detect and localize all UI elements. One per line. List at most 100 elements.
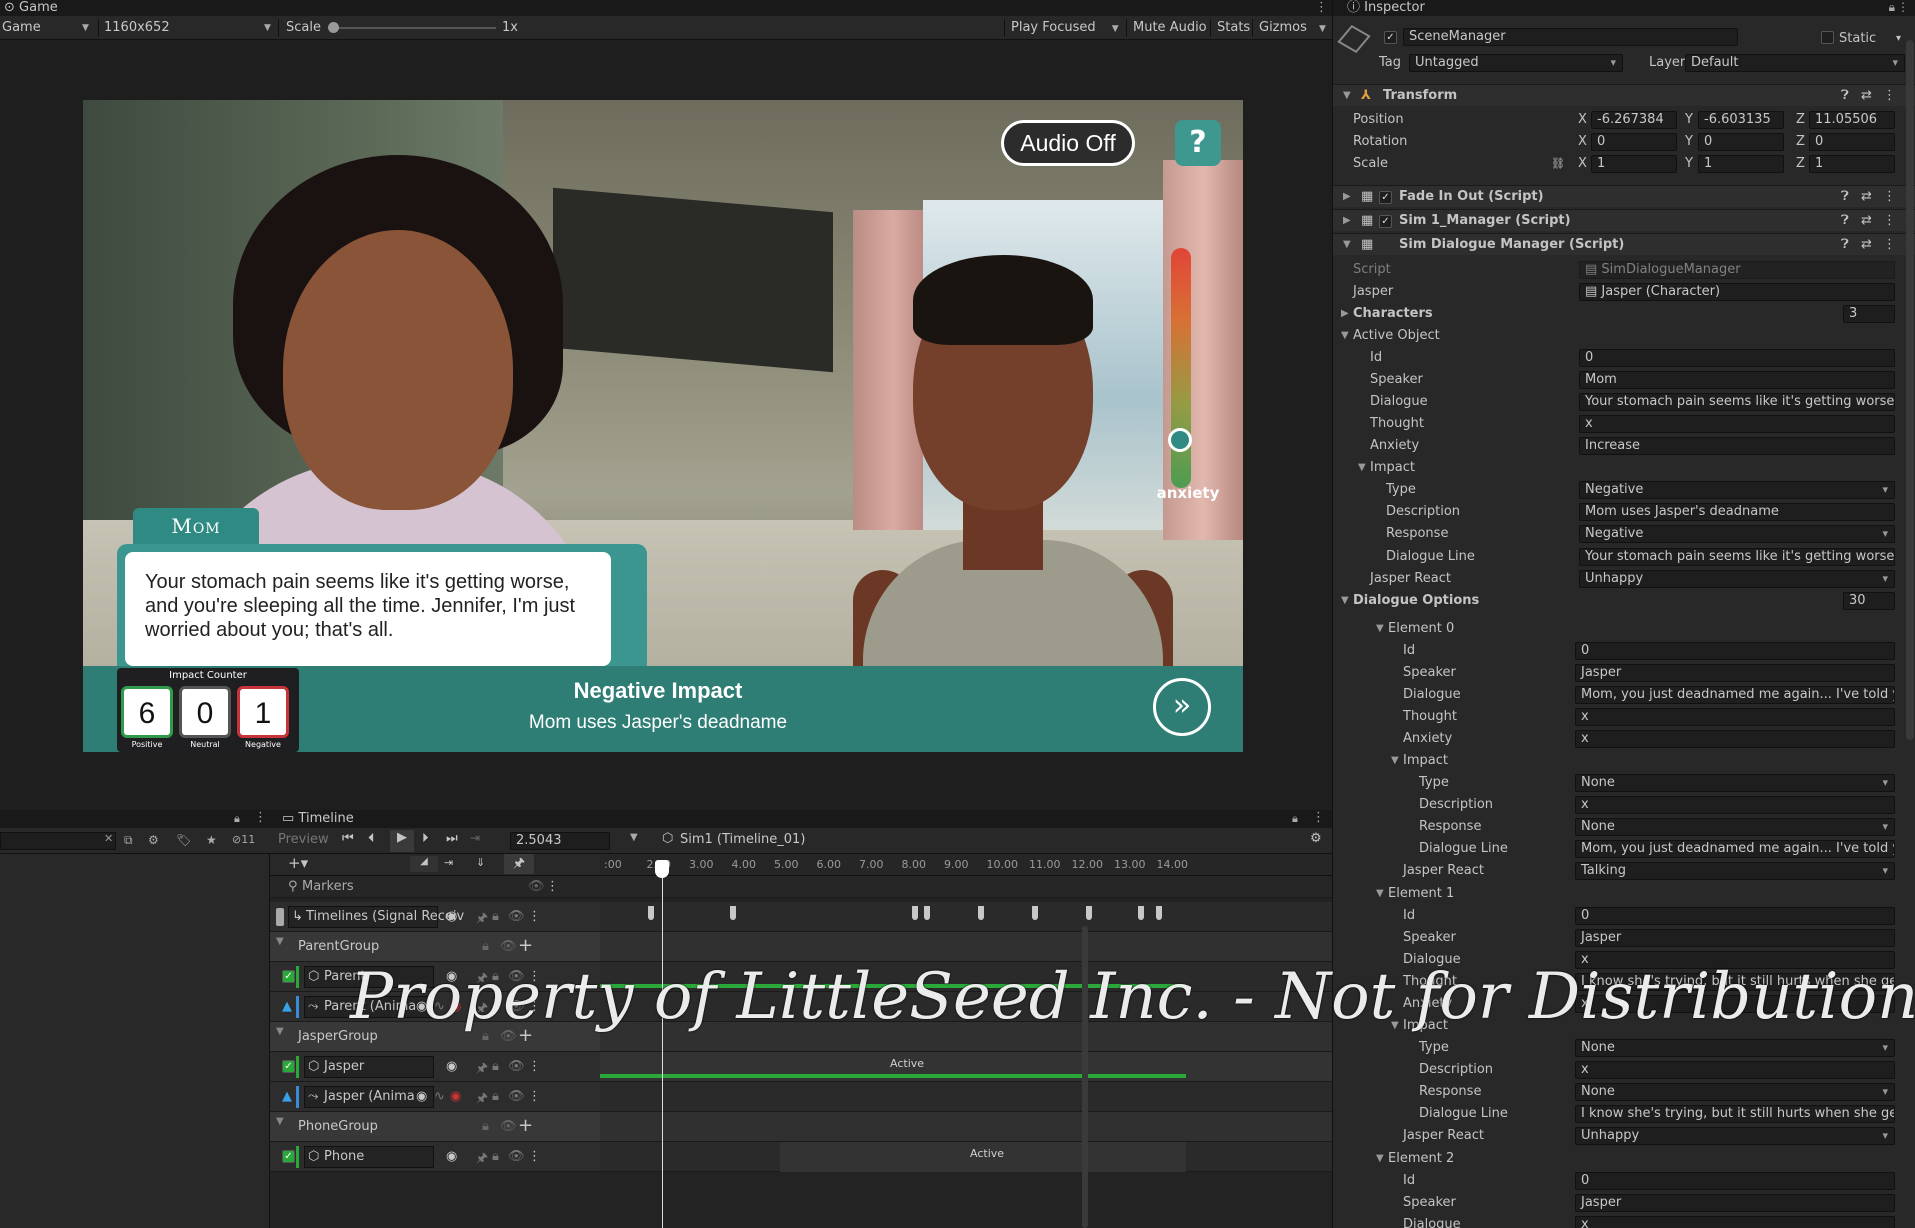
timeline-tab[interactable]: ▭ Timeline	[270, 810, 1332, 828]
position-z-field[interactable]: 11.05506	[1809, 111, 1895, 129]
pin-icon[interactable]: 🖈︎	[476, 1149, 488, 1171]
ripple-mode-icon[interactable]: ⇥	[444, 856, 453, 869]
element-jasper-react-dropdown[interactable]: Talking	[1575, 862, 1895, 880]
more-menu-icon[interactable]: ⋮	[1883, 85, 1896, 107]
add-track-icon[interactable]: +	[518, 935, 533, 956]
add-track-button[interactable]: +▾	[288, 854, 308, 872]
lock-icon[interactable]: 🔒︎	[1292, 812, 1298, 826]
element-impact-response-dropdown[interactable]: None	[1575, 818, 1895, 836]
more-menu-icon[interactable]: ⋮	[1315, 0, 1328, 15]
help-icon[interactable]: ❓︎	[1841, 85, 1849, 107]
scale-slider-handle[interactable]	[328, 22, 339, 33]
element-dialogue-field[interactable]: Mom, you just deadnamed me again... I've…	[1575, 686, 1895, 704]
scale-y-field[interactable]: 1	[1698, 155, 1784, 173]
impact-dialogue-line-field[interactable]: Your stomach pain seems like it's gettin…	[1579, 548, 1895, 566]
visibility-icon[interactable]: 👁︎	[508, 1089, 525, 1104]
jasper-react-dropdown[interactable]: Unhappy	[1579, 570, 1895, 588]
visibility-icon[interactable]: 👁︎	[528, 879, 545, 894]
help-icon[interactable]: ❓︎	[1841, 210, 1849, 232]
signal-marker[interactable]	[978, 906, 984, 920]
element-speaker-field[interactable]: Jasper	[1575, 1194, 1895, 1212]
activation-checkbox[interactable]: ✓	[282, 1060, 295, 1073]
more-menu-icon[interactable]: ⋮	[1883, 234, 1896, 256]
stats-button[interactable]: Stats	[1217, 16, 1250, 40]
signal-marker[interactable]	[1138, 906, 1144, 920]
element-impact-description-field[interactable]: x	[1575, 1061, 1895, 1079]
object-name-field[interactable]: SceneManager	[1403, 28, 1738, 46]
lock-icon[interactable]: 🔒︎	[482, 1119, 489, 1134]
star-icon[interactable]: ★	[206, 833, 217, 847]
preset-icon[interactable]: ⇄	[1861, 85, 1872, 107]
signal-track-header[interactable]: ↳ Timelines (Signal Receiv ◉ 🖈︎ 🔒︎ 👁︎ ⋮	[270, 902, 600, 932]
hidden-count[interactable]: ⊘11	[232, 833, 255, 846]
mute-audio-button[interactable]: Mute Audio	[1133, 16, 1207, 40]
lock-icon[interactable]: 🔒︎	[234, 812, 240, 826]
element-id-field[interactable]: 0	[1575, 642, 1895, 660]
display-dropdown[interactable]: Game	[2, 16, 41, 40]
element-header[interactable]: ▼ Element 1	[1333, 883, 1915, 905]
active-checkbox[interactable]: ✓	[1384, 31, 1397, 44]
help-button[interactable]: ?	[1175, 120, 1221, 166]
playhead-handle[interactable]	[655, 860, 669, 878]
inspector-scrollbar[interactable]	[1906, 40, 1914, 740]
signal-marker[interactable]	[1086, 906, 1092, 920]
jasper-track-header[interactable]: ✓ ⬡ Jasper ◉ 🖈︎ 🔒︎ 👁︎ ⋮	[270, 1052, 600, 1082]
rotation-z-field[interactable]: 0	[1809, 133, 1895, 151]
active-speaker-field[interactable]: Mom	[1579, 371, 1895, 389]
previous-frame-icon[interactable]: ⏴	[368, 831, 375, 846]
inspector-tab[interactable]: ⓘ Inspector	[1333, 0, 1915, 16]
lock-icon[interactable]: 🔒︎	[492, 1089, 499, 1104]
visibility-icon[interactable]: 👁︎	[508, 1059, 525, 1074]
target-icon[interactable]: ◉	[446, 1149, 457, 1164]
chevron-down-icon[interactable]: ▼	[630, 832, 638, 843]
scene-icon[interactable]: ⧉	[124, 833, 133, 848]
element-jasper-react-dropdown[interactable]: Unhappy	[1575, 1127, 1895, 1145]
position-x-field[interactable]: -6.267384	[1591, 111, 1677, 129]
element-speaker-field[interactable]: Jasper	[1575, 929, 1895, 947]
search-input[interactable]	[0, 832, 116, 850]
gizmos-button[interactable]: Gizmos ▼	[1259, 16, 1326, 40]
impact-type-dropdown[interactable]: Negative	[1579, 481, 1895, 499]
audio-toggle-button[interactable]: Audio Off	[1001, 120, 1135, 166]
more-menu-icon[interactable]: ⋮	[1883, 186, 1896, 208]
active-anxiety-field[interactable]: Increase	[1579, 437, 1895, 455]
gear-icon[interactable]: ⚙	[1310, 831, 1322, 846]
curves-icon[interactable]: ∿	[434, 1089, 445, 1104]
preset-icon[interactable]: ⇄	[1861, 210, 1872, 232]
element-impact-line-field[interactable]: I know she's trying, but it still hurts …	[1575, 1105, 1895, 1123]
static-checkbox[interactable]	[1821, 31, 1834, 44]
preview-button[interactable]: Preview	[278, 832, 329, 847]
play-icon[interactable]: ▶	[390, 830, 414, 852]
signal-marker[interactable]	[648, 906, 654, 920]
scale-x-field[interactable]: 1	[1591, 155, 1677, 173]
activation-checkbox[interactable]: ✓	[282, 1150, 295, 1163]
component-enabled-checkbox[interactable]: ✓	[1379, 215, 1392, 228]
play-focused-dropdown[interactable]: Play Focused ▼	[1011, 16, 1119, 40]
signal-marker[interactable]	[912, 906, 918, 920]
game-tab[interactable]: ⊙ Game	[0, 0, 1332, 16]
element-impact-description-field[interactable]: x	[1575, 796, 1895, 814]
element-header[interactable]: ▼ Element 2	[1333, 1148, 1915, 1170]
impact-description-field[interactable]: Mom uses Jasper's deadname	[1579, 503, 1895, 521]
visibility-icon[interactable]: 👁︎	[500, 939, 517, 954]
jasper-anim-track-header[interactable]: ▲ ⤳ Jasper (Anima ◉ ∿ ◉ 🖈︎ 🔒︎ 👁︎ ⋮	[270, 1082, 600, 1112]
visibility-icon[interactable]: 👁︎	[508, 1149, 525, 1164]
transform-header[interactable]: ▼ ⅄ Transform ❓︎ ⇄ ⋮	[1333, 84, 1915, 106]
target-icon[interactable]: ◉	[416, 1089, 427, 1104]
element-impact-response-dropdown[interactable]: None	[1575, 1083, 1895, 1101]
clip-edit-mode-icon[interactable]: ◢	[410, 856, 438, 872]
activation-clip[interactable]: Active	[780, 1142, 1186, 1172]
target-icon[interactable]: ◉	[446, 1059, 457, 1074]
pin-icon[interactable]: 🖈︎	[476, 909, 488, 931]
add-track-icon[interactable]: +	[518, 1115, 533, 1136]
more-menu-icon[interactable]: ⋮	[528, 1089, 541, 1104]
signal-marker[interactable]	[924, 906, 930, 920]
dialogue-options-count-field[interactable]: 30	[1843, 592, 1895, 610]
go-to-end-icon[interactable]: ⏭	[446, 831, 458, 846]
label-icon[interactable]: 🏷︎	[176, 833, 191, 847]
active-thought-field[interactable]: x	[1579, 415, 1895, 433]
jasper-field[interactable]: ▤ Jasper (Character)	[1579, 283, 1895, 301]
element-speaker-field[interactable]: Jasper	[1575, 664, 1895, 682]
element-id-field[interactable]: 0	[1575, 1172, 1895, 1190]
more-menu-icon[interactable]: ⋮	[528, 1149, 541, 1164]
